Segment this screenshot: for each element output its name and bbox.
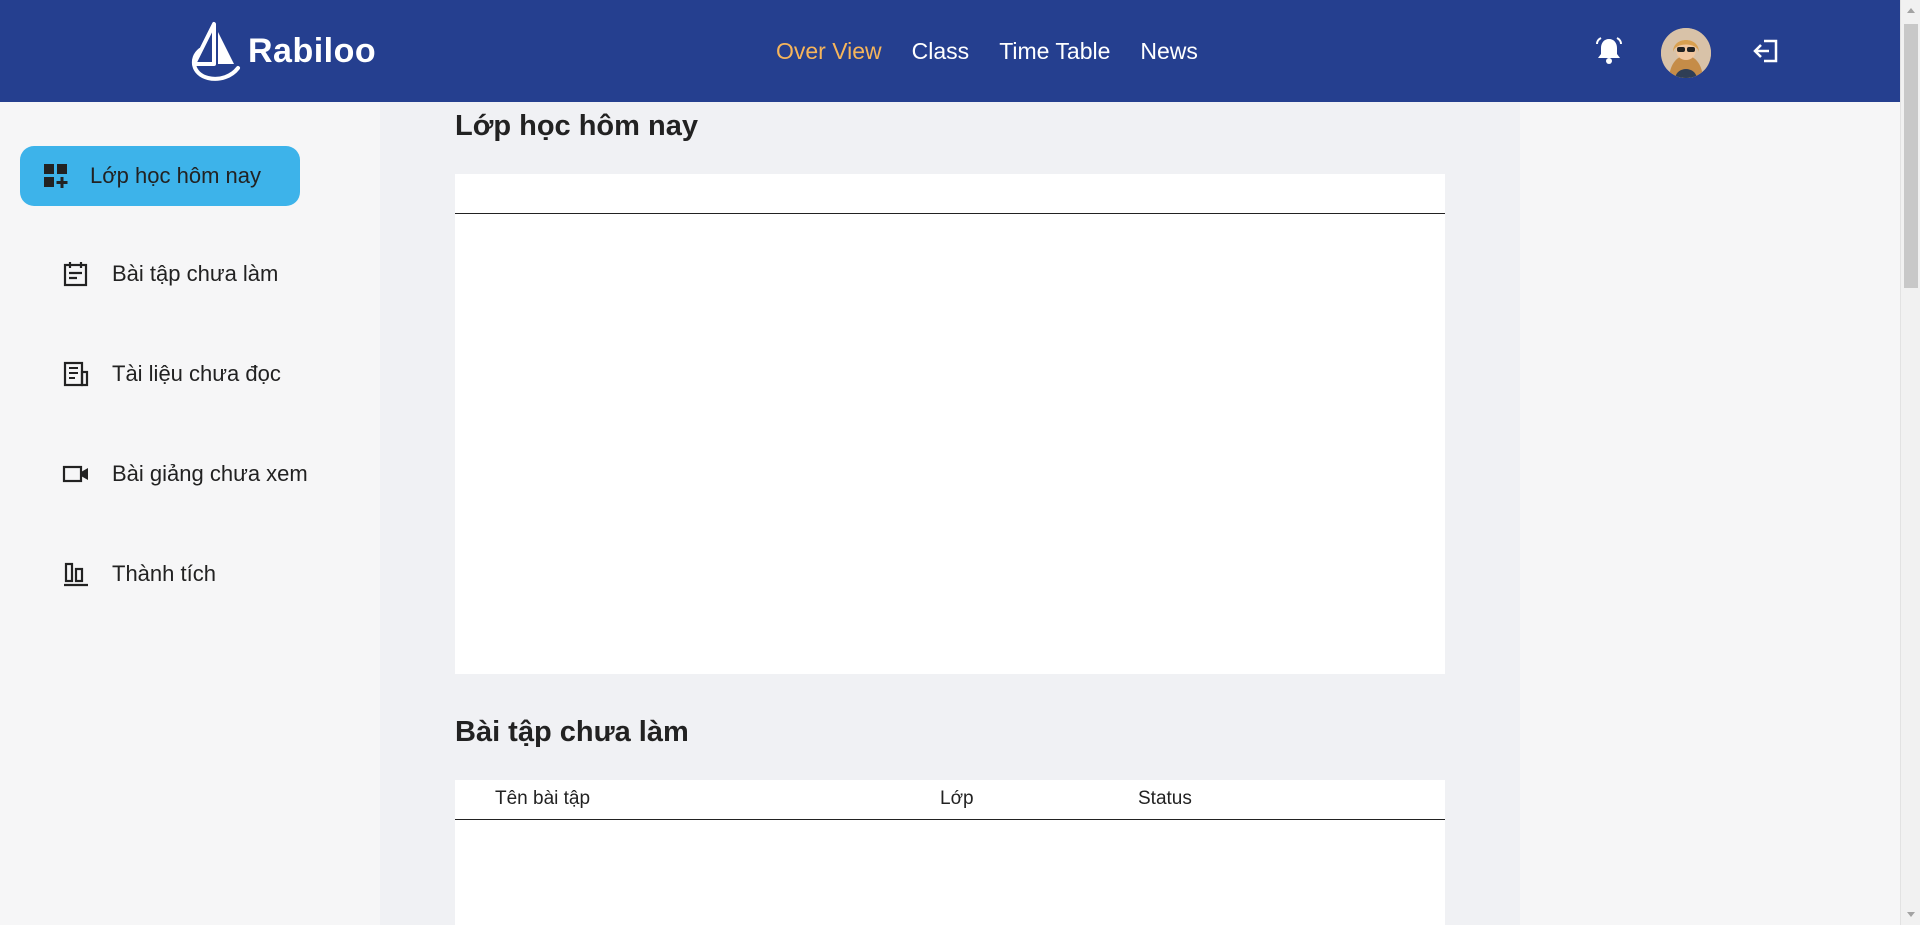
right-panel <box>1520 102 1900 925</box>
column-header-class[interactable]: Lớp <box>940 788 974 810</box>
page-scrollbar[interactable] <box>1900 0 1920 925</box>
today-classes-table-header <box>455 174 1445 214</box>
scroll-down-arrow-icon[interactable] <box>1907 912 1915 917</box>
column-header-assignment-name[interactable]: Tên bài tập <box>495 788 590 810</box>
today-classes-table <box>455 174 1445 674</box>
nav-class[interactable]: Class <box>912 38 970 65</box>
pending-homework-title: Bài tập chưa làm <box>455 716 689 748</box>
document-icon <box>63 361 89 387</box>
pending-homework-table: Tên bài tập Lớp Status <box>455 780 1445 925</box>
logout-icon[interactable] <box>1752 37 1780 65</box>
sidebar-item-label: Bài tập chưa làm <box>112 261 279 286</box>
sidebar-item-today-classes[interactable]: Lớp học hôm nay <box>20 146 300 206</box>
avatar-photo-icon <box>1661 28 1711 78</box>
nav-news[interactable]: News <box>1140 38 1198 65</box>
video-camera-icon <box>62 465 88 483</box>
bell-icon[interactable] <box>1594 36 1624 66</box>
sidebar-item-label: Tài liệu chưa đọc <box>112 361 281 386</box>
column-header-status[interactable]: Status <box>1138 788 1192 810</box>
calendar-note-icon <box>63 262 88 287</box>
brand-logo[interactable]: Rabiloo <box>186 20 376 82</box>
main-content: Lớp học hôm nay Bài tập chưa làm Tên bài… <box>380 102 1520 925</box>
sidebar-item-achievements[interactable]: Thành tích <box>62 560 216 588</box>
sidebar-item-pending-homework[interactable]: Bài tập chưa làm <box>62 260 278 288</box>
top-navbar: Rabiloo Over View Class Time Table News <box>0 0 1900 102</box>
dashboard-add-icon <box>44 164 68 188</box>
brand-name: Rabiloo <box>248 31 377 70</box>
sidebar: Lớp học hôm nay Bài tập chưa làm Tài liệ… <box>0 102 380 925</box>
scroll-up-arrow-icon[interactable] <box>1907 8 1915 13</box>
pending-homework-table-header: Tên bài tập Lớp Status <box>455 780 1445 820</box>
main-nav: Over View Class Time Table News <box>776 38 1198 65</box>
sailboat-logo-icon <box>191 22 240 81</box>
sidebar-item-unread-documents[interactable]: Tài liệu chưa đọc <box>62 360 281 388</box>
scrollbar-thumb[interactable] <box>1904 24 1918 288</box>
nav-overview[interactable]: Over View <box>776 38 882 65</box>
sidebar-item-label: Bài giảng chưa xem <box>112 461 308 486</box>
sidebar-item-unwatched-lectures[interactable]: Bài giảng chưa xem <box>62 460 308 488</box>
avatar[interactable] <box>1661 28 1711 78</box>
bar-chart-icon <box>64 562 88 587</box>
today-classes-title: Lớp học hôm nay <box>455 110 698 142</box>
nav-time-table[interactable]: Time Table <box>999 38 1110 65</box>
sidebar-item-label: Lớp học hôm nay <box>90 163 261 188</box>
sidebar-item-label: Thành tích <box>112 561 216 586</box>
